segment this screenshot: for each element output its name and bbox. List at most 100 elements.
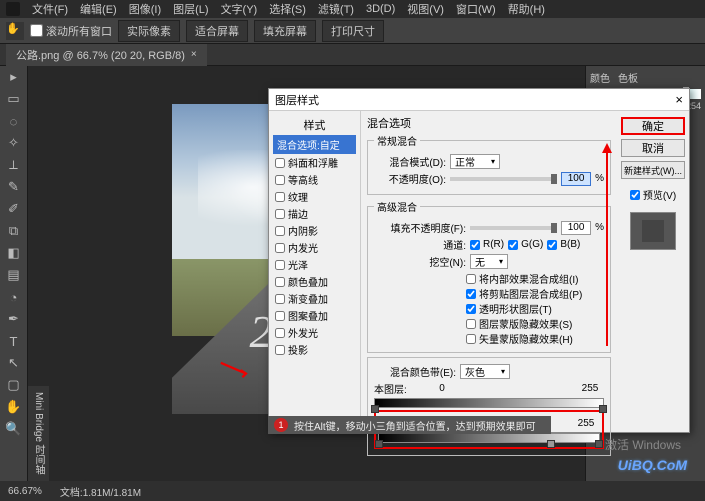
fill-slider[interactable] (470, 226, 557, 230)
stamp-tool-icon[interactable]: ⧉ (0, 220, 27, 242)
print-size-button[interactable]: 打印尺寸 (322, 20, 384, 42)
menu-bar: 文件(F) 编辑(E) 图像(I) 图层(L) 文字(Y) 选择(S) 滤镜(T… (0, 0, 705, 18)
opacity-label: 不透明度(O): (374, 171, 446, 186)
chevron-down-icon: ▾ (491, 157, 495, 166)
instruction-tip: 1 按住Alt键，移动小三角到适合位置，达到预期效果即可 (268, 416, 551, 434)
dialog-close-icon[interactable]: × (675, 92, 683, 107)
opacity-input[interactable]: 100 (561, 172, 591, 186)
dialog-titlebar[interactable]: 图层样式 × (269, 89, 689, 111)
style-list-header: 样式 (273, 115, 356, 135)
blending-options-item[interactable]: 混合选项:自定 (273, 135, 356, 154)
menu-3d[interactable]: 3D(D) (366, 3, 395, 15)
close-tab-icon[interactable]: × (191, 49, 197, 60)
chevron-down-icon: ▾ (499, 257, 503, 266)
style-pattern-overlay[interactable]: 图案叠加 (273, 307, 356, 324)
blend-mode-select[interactable]: 正常▾ (450, 154, 500, 169)
adv-chk-transparency[interactable]: 透明形状图层(T) (466, 301, 604, 316)
style-bevel[interactable]: 斜面和浮雕 (273, 154, 356, 171)
channel-g[interactable]: G(G) (508, 239, 543, 250)
brush-tool-icon[interactable]: ✐ (0, 198, 27, 220)
menu-view[interactable]: 视图(V) (407, 1, 444, 17)
path-tool-icon[interactable]: ↖ (0, 352, 27, 374)
underlying-gradient[interactable] (378, 433, 600, 443)
this-layer-label: 本图层: (374, 381, 426, 396)
dialog-buttons: 确定 取消 新建样式(W)... 预览(V) (617, 111, 689, 432)
watermark: UiBQ.CoM (618, 457, 687, 473)
move-tool-icon[interactable]: ▸ (0, 66, 27, 88)
menu-file[interactable]: 文件(F) (32, 1, 68, 17)
adv-chk-layermask[interactable]: 图层蒙版隐藏效果(S) (466, 316, 604, 331)
adv-chk-interior[interactable]: 将内部效果混合成组(I) (466, 271, 604, 286)
style-color-overlay[interactable]: 颜色叠加 (273, 273, 356, 290)
style-satin[interactable]: 光泽 (273, 256, 356, 273)
fill-input[interactable]: 100 (561, 221, 591, 235)
type-tool-icon[interactable]: T (0, 330, 27, 352)
cancel-button[interactable]: 取消 (621, 139, 685, 157)
hand-tool-icon[interactable]: ✋ (6, 22, 24, 40)
channel-r[interactable]: R(R) (470, 239, 504, 250)
style-inner-shadow[interactable]: 内阴影 (273, 222, 356, 239)
channels-label: 通道: (374, 237, 466, 252)
side-tabs[interactable]: Mini Bridge 时间轴 (28, 386, 49, 481)
document-tab-bar: 公路.png @ 66.7% (20 20, RGB/8) × (0, 44, 705, 66)
fill-screen-button[interactable]: 填充屏幕 (254, 20, 316, 42)
menu-type[interactable]: 文字(Y) (221, 1, 258, 17)
activate-windows-text: 激活 Windows (605, 436, 681, 453)
opacity-slider[interactable] (450, 177, 557, 181)
pen-tool-icon[interactable]: ✒ (0, 308, 27, 330)
blend-options-heading: 混合选项 (367, 115, 611, 131)
hand-tool-icon2[interactable]: ✋ (0, 396, 27, 418)
dialog-content: 混合选项 常规混合 混合模式(D): 正常▾ 不透明度(O): 100% 高级混… (361, 111, 617, 432)
crop-tool-icon[interactable]: ⟂ (0, 154, 27, 176)
scroll-all-checkbox[interactable]: 滚动所有窗口 (30, 23, 112, 39)
this-layer-gradient[interactable] (374, 398, 604, 408)
zoom-level[interactable]: 66.67% (8, 486, 42, 497)
swatches-panel-tab[interactable]: 色板 (618, 70, 638, 85)
style-drop-shadow[interactable]: 投影 (273, 341, 356, 358)
knockout-label: 挖空(N): (374, 254, 466, 269)
blend-if-label: 混合颜色带(E): (374, 364, 456, 379)
style-gradient-overlay[interactable]: 渐变叠加 (273, 290, 356, 307)
shape-tool-icon[interactable]: ▢ (0, 374, 27, 396)
menu-layer[interactable]: 图层(L) (173, 1, 208, 17)
advanced-blending-group: 高级混合 填充不透明度(F): 100% 通道: R(R) G(G) B(B) … (367, 199, 611, 353)
wand-tool-icon[interactable]: ✧ (0, 132, 27, 154)
eyedropper-tool-icon[interactable]: ✎ (0, 176, 27, 198)
channel-b[interactable]: B(B) (547, 239, 580, 250)
menu-image[interactable]: 图像(I) (129, 1, 161, 17)
menu-help[interactable]: 帮助(H) (508, 1, 545, 17)
style-texture[interactable]: 纹理 (273, 188, 356, 205)
preview-checkbox[interactable]: 预览(V) (630, 187, 676, 202)
color-panel-tab[interactable]: 颜色 (590, 70, 610, 85)
document-tab-label: 公路.png @ 66.7% (20 20, RGB/8) (16, 47, 185, 63)
blend-if-select[interactable]: 灰色▾ (460, 364, 510, 379)
zoom-tool-icon[interactable]: 🔍 (0, 418, 27, 440)
ok-button[interactable]: 确定 (621, 117, 685, 135)
document-tab[interactable]: 公路.png @ 66.7% (20 20, RGB/8) × (6, 44, 207, 66)
fit-screen-button[interactable]: 适合屏幕 (186, 20, 248, 42)
preview-swatch (630, 212, 676, 250)
style-outer-glow[interactable]: 外发光 (273, 324, 356, 341)
fill-opacity-label: 填充不透明度(F): (374, 220, 466, 235)
menu-select[interactable]: 选择(S) (269, 1, 306, 17)
status-bar: 66.67% 文档:1.81M/1.81M (0, 481, 705, 501)
menu-filter[interactable]: 滤镜(T) (318, 1, 354, 17)
tip-number-badge: 1 (274, 418, 288, 432)
style-contour[interactable]: 等高线 (273, 171, 356, 188)
actual-pixels-button[interactable]: 实际像素 (118, 20, 180, 42)
adv-chk-clipped[interactable]: 将剪贴图层混合成组(P) (466, 286, 604, 301)
toolbox: ▸ ▭ ◌ ✧ ⟂ ✎ ✐ ⧉ ◧ ▤ ◔ ✒ T ↖ ▢ ✋ 🔍 (0, 66, 28, 481)
menu-window[interactable]: 窗口(W) (456, 1, 496, 17)
adv-chk-vectormask[interactable]: 矢量蒙版隐藏效果(H) (466, 331, 604, 346)
marquee-tool-icon[interactable]: ▭ (0, 88, 27, 110)
menu-edit[interactable]: 编辑(E) (80, 1, 117, 17)
knockout-select[interactable]: 无▾ (470, 254, 508, 269)
new-style-button[interactable]: 新建样式(W)... (621, 161, 685, 179)
lasso-tool-icon[interactable]: ◌ (0, 110, 27, 132)
gradient-tool-icon[interactable]: ▤ (0, 264, 27, 286)
eraser-tool-icon[interactable]: ◧ (0, 242, 27, 264)
style-inner-glow[interactable]: 内发光 (273, 239, 356, 256)
style-stroke[interactable]: 描边 (273, 205, 356, 222)
blend-mode-label: 混合模式(D): (374, 154, 446, 169)
blur-tool-icon[interactable]: ◔ (0, 286, 27, 308)
